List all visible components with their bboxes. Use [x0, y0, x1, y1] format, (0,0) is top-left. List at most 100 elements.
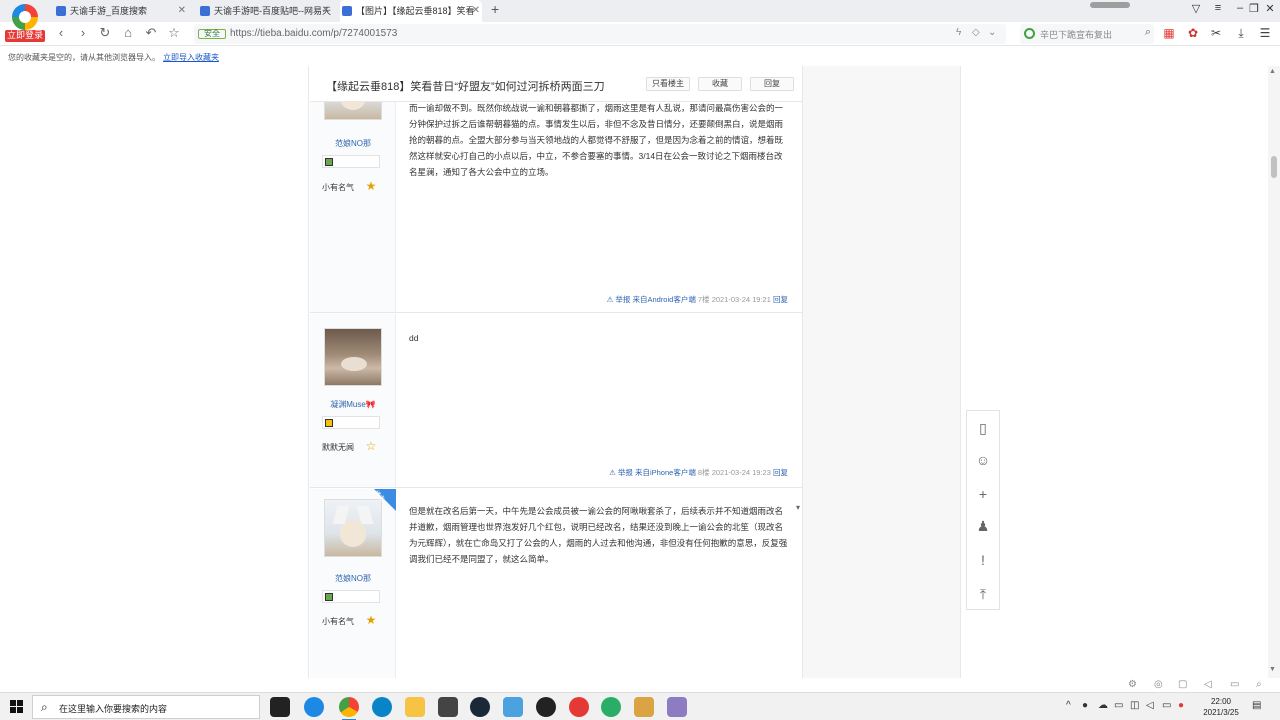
- browser-logo[interactable]: 立即登录: [4, 2, 45, 42]
- only-op-button[interactable]: 只看楼主: [646, 77, 690, 91]
- post-floor-8: 凝渊Muse🎀 默默无闻 ☆ dd ⚠ 举报 来自iPhone客户端 8楼 20…: [310, 314, 802, 488]
- app-icon[interactable]: [634, 697, 654, 717]
- new-tab-icon[interactable]: +: [491, 1, 499, 17]
- author-name[interactable]: 凝渊Muse🎀: [310, 399, 396, 410]
- reply-link[interactable]: 回复: [773, 468, 788, 477]
- secure-badge: 安全: [198, 29, 226, 39]
- floating-toolbar: ▯ ☺ + ♟ ! ⤒: [966, 410, 1000, 610]
- windows-start-icon[interactable]: [10, 700, 24, 714]
- thread-title: 【缘起云垂818】笑看昔日“好盟友”如何过河拆桥两面三刀: [326, 81, 605, 93]
- page-scrollbar[interactable]: ▲ ▼: [1268, 66, 1280, 678]
- shield-icon[interactable]: ◇: [972, 27, 980, 38]
- status-icon[interactable]: ▭: [1230, 679, 1239, 690]
- post-time: 2021-03-24 19:23: [711, 468, 771, 477]
- file-explorer-icon[interactable]: [405, 697, 425, 717]
- ie-icon[interactable]: [304, 697, 324, 717]
- download-icon[interactable]: ⤓: [1234, 26, 1248, 40]
- emoji-icon[interactable]: ☺: [967, 445, 999, 475]
- reply-link[interactable]: 回复: [773, 295, 788, 304]
- tab-thread[interactable]: 【图片】【缘起云垂818】笑看 ✕: [340, 0, 482, 22]
- search-field[interactable]: 辛巴下跪宣布复出 ⌕: [1020, 24, 1154, 44]
- clock-date: 2021/3/25: [1203, 708, 1239, 717]
- taskbar-search-input[interactable]: ⌕ 在这里输入你要搜索的内容: [32, 695, 260, 719]
- level-badge-icon: [325, 158, 333, 166]
- keyboard-icon[interactable]: ▭: [1162, 700, 1171, 711]
- favorite-button[interactable]: 收藏: [698, 77, 742, 91]
- user-icon[interactable]: ♟: [967, 511, 999, 541]
- report-link[interactable]: ⚠ 举报: [607, 295, 631, 304]
- edge-icon[interactable]: [372, 697, 392, 717]
- post-time: 2021-03-24 19:21: [711, 295, 771, 304]
- refresh-icon[interactable]: ↻: [96, 25, 114, 41]
- post-body: 但是就在改名后第一天，中午先是公会成员被一谕公会的阿啾啾套杀了，后续表示并不知道…: [409, 506, 788, 564]
- window-close-icon[interactable]: ✕: [1262, 2, 1278, 15]
- music-icon[interactable]: [569, 697, 589, 717]
- undo-icon[interactable]: ↶: [142, 25, 160, 41]
- scroll-thumb[interactable]: [1271, 156, 1277, 178]
- login-badge[interactable]: 立即登录: [5, 30, 45, 42]
- status-icon[interactable]: ▢: [1178, 679, 1187, 690]
- level-badge-icon: [325, 419, 333, 427]
- system-clock[interactable]: 22:00 2021/3/25: [1198, 696, 1244, 718]
- home-icon[interactable]: ⌂: [119, 25, 137, 40]
- steam-icon[interactable]: [470, 697, 490, 717]
- rank-star-icon: ★: [365, 179, 377, 193]
- status-icon[interactable]: ◎: [1154, 679, 1163, 690]
- scroll-down-icon[interactable]: ▼: [1269, 666, 1276, 673]
- post-meta: ⚠ 举报 来自Android客户端 7楼 2021-03-24 19:21 回复: [607, 294, 788, 305]
- cloud-icon[interactable]: ☁: [1098, 700, 1108, 711]
- close-icon[interactable]: ✕: [472, 0, 480, 22]
- tab-tieba-forum[interactable]: 天谕手游吧-百度贴吧--网易天 ✕: [198, 0, 332, 22]
- menu-icon[interactable]: ≡: [1210, 2, 1226, 14]
- app-icon[interactable]: [536, 697, 556, 717]
- app-icon[interactable]: [503, 697, 523, 717]
- app-icon[interactable]: [667, 697, 687, 717]
- network-icon[interactable]: ▭: [1114, 700, 1123, 711]
- forward-icon[interactable]: ›: [74, 25, 92, 40]
- close-icon[interactable]: ✕: [178, 0, 186, 22]
- author-name[interactable]: 范娘NO那: [310, 573, 396, 584]
- scroll-up-icon[interactable]: ▲: [1269, 68, 1276, 75]
- content-border-left: [308, 66, 309, 678]
- restore-icon[interactable]: ❐: [1246, 2, 1262, 15]
- tab-baidu-search[interactable]: 天谕手游_百度搜索 ✕: [54, 0, 188, 22]
- back-to-top-icon[interactable]: ⤒: [967, 579, 999, 609]
- back-icon[interactable]: ‹: [52, 25, 70, 40]
- report-link[interactable]: ⚠ 举报: [609, 468, 633, 477]
- client-download-icon[interactable]: ▯: [967, 413, 999, 443]
- tray-app-icon[interactable]: ●: [1178, 700, 1184, 711]
- taskbar-search-placeholder: 在这里输入你要搜索的内容: [59, 704, 168, 714]
- app-icon[interactable]: [438, 697, 458, 717]
- zoom-icon[interactable]: ⌕: [1256, 679, 1262, 690]
- status-icon[interactable]: ⚙: [1128, 679, 1137, 690]
- url-field[interactable]: 安全 https://tieba.baidu.com/p/7274001573 …: [194, 24, 1006, 44]
- lightning-icon[interactable]: ϟ: [956, 27, 961, 38]
- feedback-icon[interactable]: !: [967, 545, 999, 575]
- tools-icon[interactable]: ✂: [1209, 26, 1223, 40]
- url-text: https://tieba.baidu.com/p/7274001573: [230, 28, 398, 39]
- search-icon[interactable]: ⌕: [1145, 26, 1151, 39]
- game-icon[interactable]: ✿: [1186, 26, 1200, 40]
- close-icon[interactable]: ✕: [322, 0, 330, 22]
- task-view-icon[interactable]: [270, 697, 290, 717]
- tray-icon[interactable]: ◫: [1130, 700, 1139, 711]
- favorite-star-icon[interactable]: ☆: [165, 25, 183, 41]
- collapse-icon[interactable]: ▾: [796, 503, 800, 512]
- browser-app-icon[interactable]: [339, 697, 359, 720]
- import-bookmarks-link[interactable]: 立即导入收藏夹: [163, 52, 219, 63]
- rank-label: 小有名气: [322, 183, 354, 192]
- avatar[interactable]: [324, 328, 382, 386]
- tray-expand-icon[interactable]: ^: [1066, 700, 1071, 711]
- add-icon[interactable]: +: [967, 479, 999, 509]
- chevron-down-icon[interactable]: ⌄: [988, 27, 996, 38]
- notification-icon[interactable]: ▤: [1252, 700, 1261, 711]
- bookmark-icon[interactable]: ▽: [1188, 2, 1204, 15]
- wechat-icon[interactable]: [601, 697, 621, 717]
- volume-icon[interactable]: ◁: [1146, 700, 1154, 711]
- tray-icon[interactable]: ●: [1082, 700, 1088, 711]
- more-menu-icon[interactable]: ☰: [1258, 26, 1272, 40]
- apps-grid-icon[interactable]: ▦: [1162, 26, 1176, 40]
- author-name[interactable]: 范娘NO那: [310, 138, 396, 149]
- reply-button[interactable]: 回复: [750, 77, 794, 91]
- volume-icon[interactable]: ◁: [1204, 679, 1212, 690]
